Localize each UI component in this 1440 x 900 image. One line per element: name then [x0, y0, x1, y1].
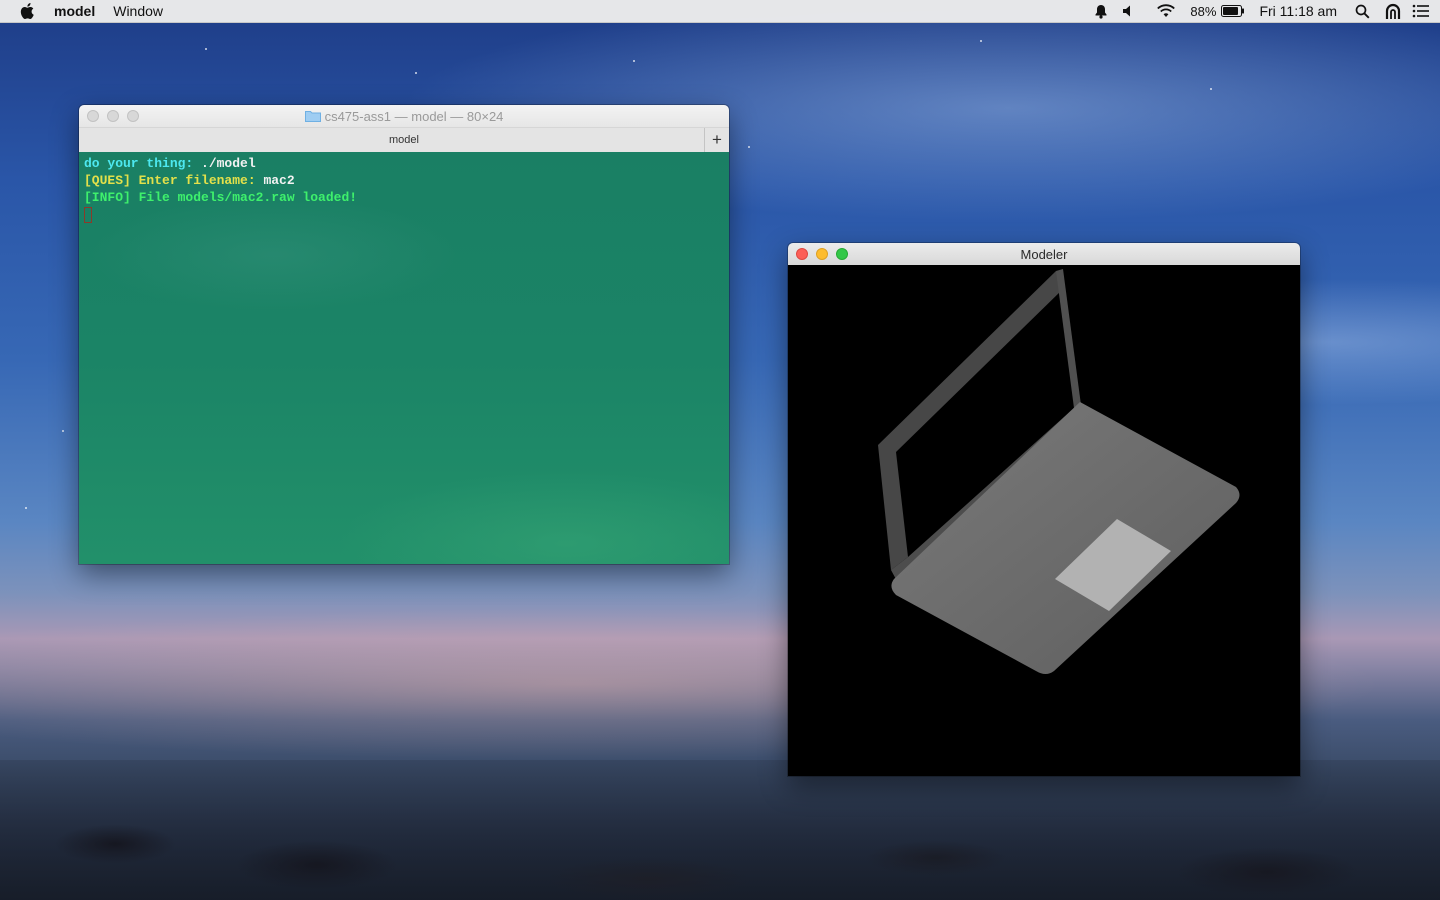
wifi-icon[interactable]	[1156, 4, 1176, 18]
terminal-window: cs475-ass1 — model — 80×24 model + do yo…	[79, 105, 729, 564]
modeler-titlebar[interactable]: Modeler	[788, 243, 1300, 266]
star	[25, 507, 27, 509]
laptop-base	[891, 402, 1240, 674]
question-text: [QUES] Enter filename:	[84, 173, 256, 188]
wallpaper-rocks	[0, 760, 1440, 900]
apple-icon[interactable]	[20, 2, 36, 20]
terminal-titlebar[interactable]: cs475-ass1 — model — 80×24	[79, 105, 729, 127]
speaker-icon[interactable]	[1122, 4, 1134, 18]
user-input: mac2	[255, 173, 295, 188]
window-title: Modeler	[1020, 246, 1068, 262]
user-icon[interactable]	[1384, 2, 1402, 20]
shell-command: ./model	[193, 156, 256, 171]
text-cursor	[84, 206, 92, 223]
terminal-line: [QUES] Enter filename: mac2	[84, 172, 729, 189]
search-icon[interactable]	[1355, 4, 1370, 19]
list-icon[interactable]	[1412, 4, 1430, 18]
star	[415, 72, 417, 74]
menu-clock[interactable]: Fri 11:18 am	[1259, 3, 1337, 19]
window-title: cs475-ass1 — model — 80×24	[324, 108, 504, 124]
star	[62, 430, 64, 432]
shell-prompt: do your thing:	[84, 156, 194, 171]
new-tab-button[interactable]: +	[704, 128, 729, 152]
star	[1210, 88, 1212, 90]
star	[205, 48, 207, 50]
folder-icon	[304, 111, 321, 122]
battery-percentage[interactable]: 88%	[1190, 4, 1216, 19]
terminal-line: [INFO] File models/mac2.raw loaded!	[84, 189, 729, 206]
menu-bar: model Window 88% Fri 11:18 am	[0, 0, 1440, 23]
star	[980, 40, 982, 42]
opengl-viewport[interactable]	[788, 265, 1300, 776]
menu-item-window[interactable]: Window	[113, 3, 163, 19]
tab-bar: model +	[79, 127, 729, 153]
laptop-lid-side	[1056, 269, 1081, 408]
terminal-output[interactable]: do your thing: ./model [QUES] Enter file…	[79, 152, 729, 564]
modeler-window: Modeler	[788, 243, 1300, 776]
battery-icon[interactable]	[1221, 5, 1245, 17]
terminal-line	[84, 206, 729, 223]
star	[633, 60, 635, 62]
laptop-model[interactable]	[788, 265, 1300, 776]
info-text: [INFO] File models/mac2.raw loaded!	[84, 190, 358, 205]
menu-app-name[interactable]: model	[54, 3, 95, 19]
bell-icon[interactable]	[1094, 4, 1108, 19]
tab-model[interactable]: model	[389, 134, 419, 146]
star	[748, 146, 750, 148]
terminal-line: do your thing: ./model	[84, 155, 729, 172]
